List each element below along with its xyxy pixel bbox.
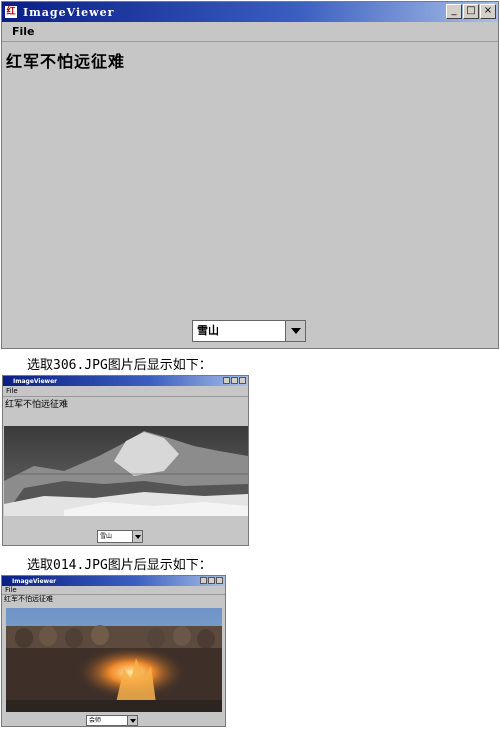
- chevron-down-icon: [129, 718, 136, 723]
- screenshot-306-maximize-icon: [231, 377, 238, 384]
- image-select-combobox[interactable]: 雪山: [192, 320, 306, 342]
- caption-306: 选取306.JPG图片后显示如下：: [27, 358, 212, 373]
- screenshot-014-maximize-icon: [208, 577, 215, 584]
- snow-mountain-image: [4, 426, 248, 516]
- screenshot-014-menu-file: File: [5, 586, 17, 594]
- screenshot-306-title-bar: ImageViewer: [3, 376, 248, 386]
- combobox-dropdown-button[interactable]: [285, 321, 305, 341]
- menu-file[interactable]: File: [12, 25, 35, 38]
- title-bar[interactable]: 红 ImageViewer _ □ ×: [2, 2, 498, 22]
- screenshot-306-menu-file: File: [6, 387, 18, 395]
- close-button[interactable]: ×: [480, 4, 496, 19]
- java-app-icon[interactable]: 红: [5, 6, 17, 18]
- maximize-button[interactable]: □: [463, 4, 479, 19]
- screenshot-014-title: ImageViewer: [12, 577, 57, 585]
- screenshot-014-heading: 红军不怕远征难: [4, 595, 53, 603]
- screenshot-306-combobox: 雪山: [97, 530, 143, 543]
- menu-bar: File: [2, 22, 498, 42]
- image-caption-label: 红军不怕远征难: [6, 52, 126, 71]
- chevron-down-icon: [290, 328, 301, 334]
- screenshot-014-title-bar: ImageViewer: [2, 576, 225, 586]
- image-viewer-window: 红 ImageViewer _ □ × File 红军不怕远征难 雪山: [1, 1, 499, 349]
- screenshot-014-close-icon: [216, 577, 223, 584]
- chevron-down-icon: [134, 534, 141, 539]
- screenshot-306-title: ImageViewer: [13, 377, 58, 385]
- screenshot-306-dropdown: [132, 531, 142, 542]
- caption-014: 选取014.JPG图片后显示如下：: [27, 558, 212, 573]
- screenshot-014-window: ImageViewer File 红军不怕远征难 会师: [1, 575, 226, 727]
- screenshot-014-combobox-value: 会师: [89, 717, 102, 724]
- screenshot-014-combobox: 会师: [86, 715, 138, 726]
- minimize-button[interactable]: _: [446, 4, 462, 19]
- gathering-image: [6, 608, 222, 712]
- window-title: ImageViewer: [23, 5, 115, 19]
- screenshot-306-heading: 红军不怕远征难: [5, 400, 69, 410]
- screenshot-014-dropdown: [127, 716, 137, 725]
- screenshot-306-close-icon: [239, 377, 246, 384]
- screenshot-306-minimize-icon: [223, 377, 230, 384]
- screenshot-306-window: ImageViewer File 红军不怕远征难 雪山: [2, 375, 249, 546]
- screenshot-014-minimize-icon: [200, 577, 207, 584]
- combobox-value: 雪山: [197, 324, 219, 337]
- screenshot-306-combobox-value: 雪山: [100, 533, 113, 540]
